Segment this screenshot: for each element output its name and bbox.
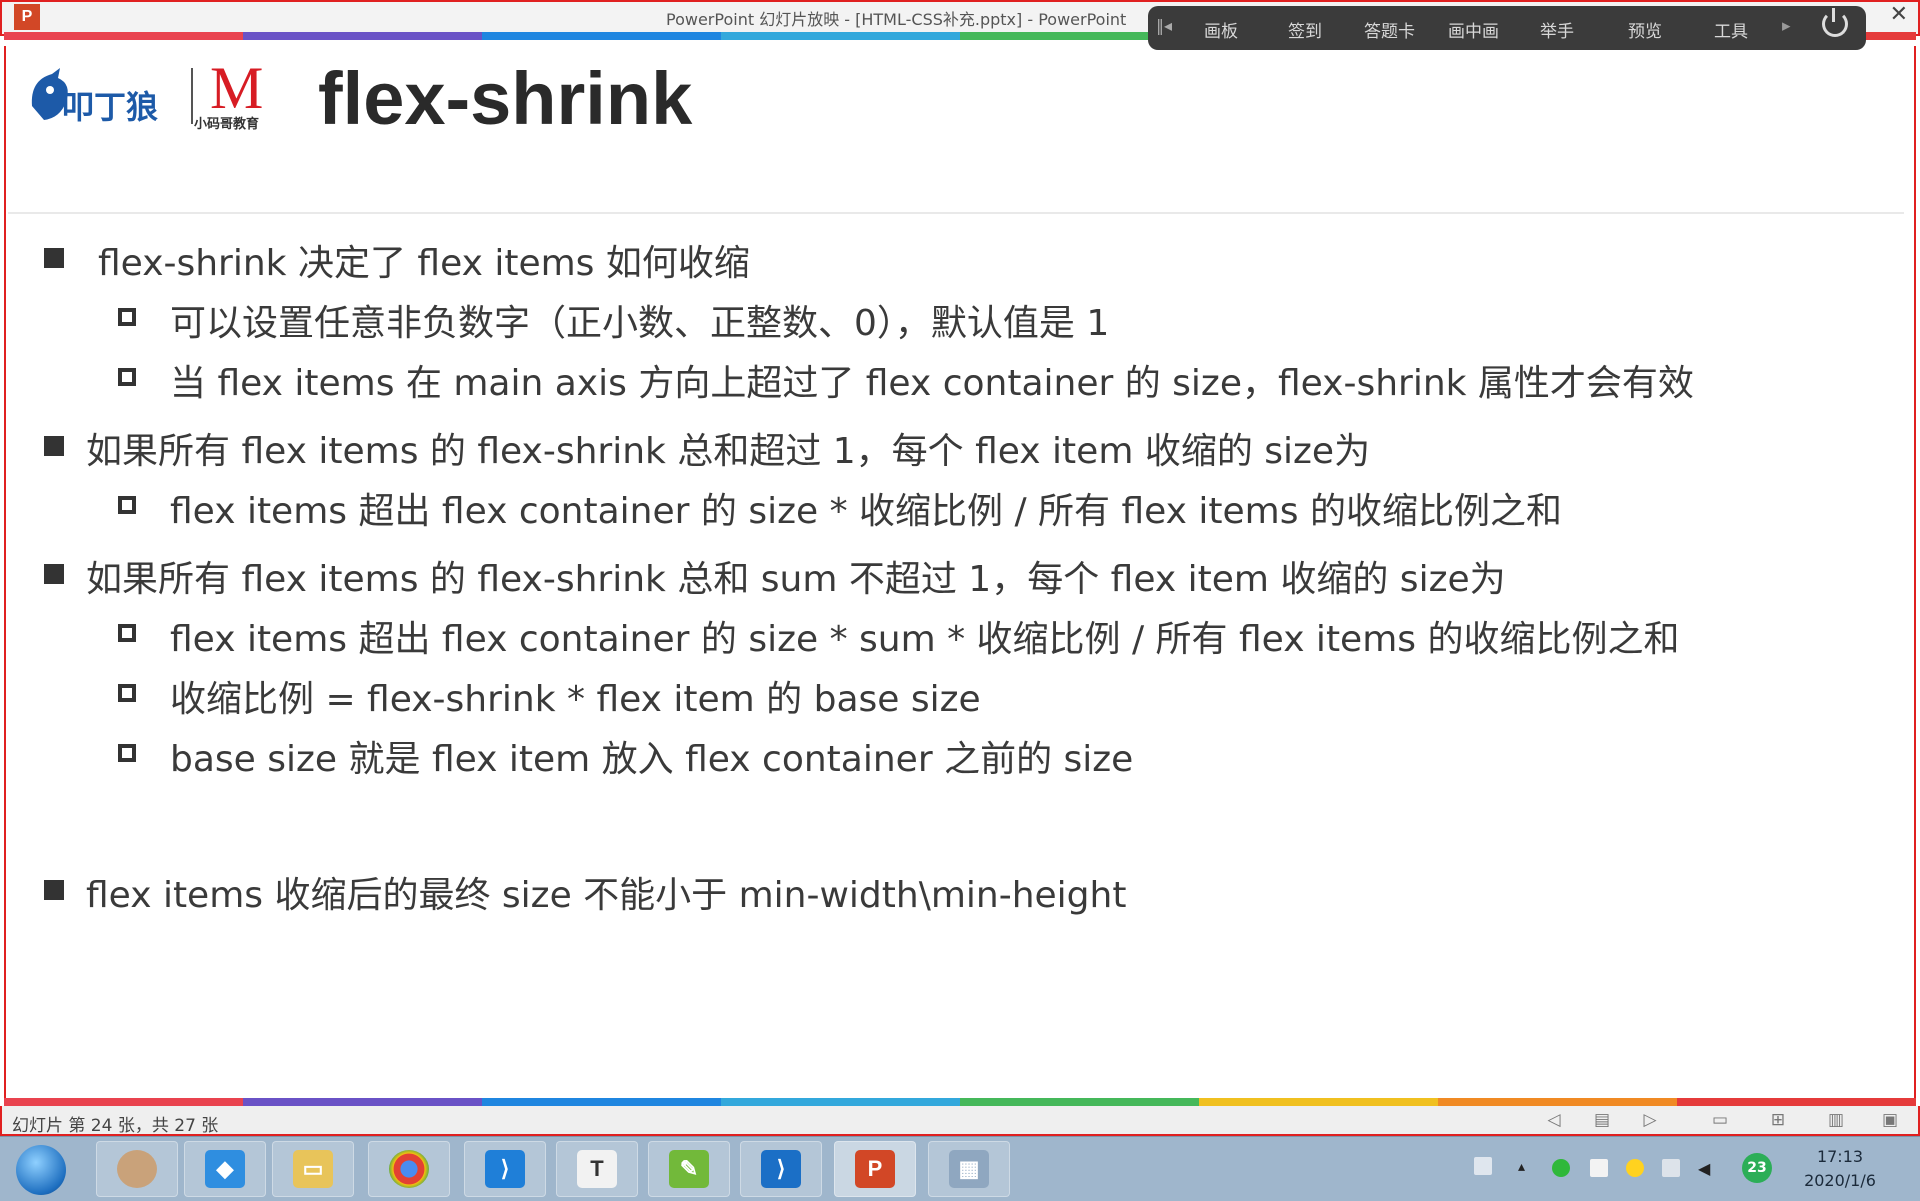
bullet-text: 如果所有 flex items 的 flex-shrink 总和超过 1，每个 … (86, 431, 1371, 472)
taskbar-chrome[interactable] (368, 1141, 450, 1197)
vpn-icon: ◆ (205, 1150, 245, 1188)
bullet-marker (44, 564, 64, 584)
window-title: PowerPoint 幻灯片放映 - [HTML-CSS补充.pptx] - P… (666, 10, 1127, 29)
sub-bullet-marker (118, 624, 136, 642)
bullet-marker (44, 880, 64, 900)
bullet-text: flex-shrink 决定了 flex items 如何收缩 (98, 243, 750, 284)
sub-bullet-text: flex items 超出 flex container 的 size * 收缩… (170, 491, 1562, 532)
sub-bullet-text: 收缩比例 = flex-shrink * flex item 的 base si… (170, 679, 981, 720)
logo2-mark: M (210, 58, 263, 121)
notification-badge[interactable]: 23 (1742, 1153, 1772, 1183)
taskbar-file-explorer[interactable]: ▭ (272, 1141, 354, 1197)
stripe-segment (243, 32, 482, 40)
clock-time: 17:13 (1816, 1147, 1864, 1166)
xiaomage-logo: M 小码哥教育 (191, 58, 263, 132)
show-hidden-icons-icon[interactable]: ▴ (1518, 1159, 1536, 1177)
calculator-icon: ▦ (949, 1150, 989, 1188)
vscode-icon: ⟩ (485, 1150, 525, 1188)
sub-bullet-text: 当 flex items 在 main axis 方向上超过了 flex con… (170, 363, 1694, 404)
start-button[interactable] (16, 1145, 66, 1195)
bullet-text: flex items 收缩后的最终 size 不能小于 min-width\mi… (86, 875, 1127, 916)
taskbar-calculator[interactable]: ▦ (928, 1141, 1010, 1197)
toolbar-item-raise-hand[interactable]: 举手 (1540, 17, 1574, 42)
logo1-text: 叩丁狼 (62, 88, 158, 126)
stripe-segment (482, 32, 721, 40)
taskbar-vscode[interactable]: ⟩ (464, 1141, 546, 1197)
toolbar-item-checkin[interactable]: 签到 (1288, 17, 1322, 42)
system-clock[interactable]: 17:13 2020/1/6 (1780, 1145, 1900, 1193)
slide-title: flex-shrink (318, 57, 693, 140)
close-button[interactable]: ✕ (1890, 2, 1908, 27)
stripe-segment (4, 32, 243, 40)
bullet-marker (44, 248, 64, 268)
slide-sorter-icon[interactable]: ⊞ (1768, 1111, 1788, 1129)
toolbar-item-whiteboard[interactable]: 画板 (1204, 17, 1238, 42)
classroom-toolbar: ‖◂ 画板 签到 答题卡 画中画 举手 预览 工具 ▸ (1148, 6, 1866, 50)
tray-status-icon[interactable] (1552, 1159, 1570, 1177)
taskbar-typora[interactable]: T (556, 1141, 638, 1197)
vscode-icon: ⟩ (761, 1150, 801, 1188)
collapse-left-icon[interactable]: ‖◂ (1156, 16, 1172, 35)
sub-bullet-marker (118, 744, 136, 762)
keyboard-icon[interactable] (1474, 1157, 1492, 1175)
bullet-text: 如果所有 flex items 的 flex-shrink 总和 sum 不超过… (86, 559, 1506, 600)
powerpoint-app-icon[interactable]: P (14, 4, 40, 30)
toolbar-item-tools[interactable]: 工具 (1714, 17, 1748, 42)
chrome-icon (389, 1150, 429, 1188)
power-icon[interactable] (1822, 8, 1848, 37)
toolbar-item-preview[interactable]: 预览 (1628, 17, 1662, 42)
taskbar-vscode-2[interactable]: ⟩ (740, 1141, 822, 1197)
previous-slide-icon[interactable]: ◁ (1544, 1111, 1564, 1129)
clock-date: 2020/1/6 (1804, 1171, 1876, 1190)
sub-bullet-marker (118, 496, 136, 514)
sub-bullet-marker (118, 308, 136, 326)
taskbar-vpn[interactable]: ◆ (184, 1141, 266, 1197)
network-icon[interactable] (1662, 1159, 1680, 1177)
next-slide-icon[interactable]: ▷ (1640, 1111, 1660, 1129)
bottom-color-stripe (4, 1098, 1916, 1106)
toolbar-item-picture-in-picture[interactable]: 画中画 (1448, 17, 1499, 42)
windows-taskbar: ◆ ▭ ⟩ T ✎ ⟩ P ▦ ▴ ◀ 23 17:13 2020/1/6 (0, 1136, 1920, 1201)
dingdinglang-logo: 叩丁狼 (31, 68, 158, 126)
title-divider (8, 212, 1904, 214)
powerpoint-icon: P (855, 1150, 895, 1188)
avatar (117, 1150, 157, 1188)
tray-plus-icon[interactable] (1626, 1159, 1644, 1177)
taskbar-avatar[interactable] (96, 1141, 178, 1197)
file-explorer-icon: ▭ (293, 1150, 333, 1188)
reading-view-icon[interactable]: ▥ (1826, 1111, 1846, 1129)
slide-menu-icon[interactable]: ▤ (1592, 1111, 1612, 1129)
sub-bullet-marker (118, 368, 136, 386)
slideshow-view-icon[interactable]: ▣ (1880, 1111, 1900, 1129)
taskbar-notepad[interactable]: ✎ (648, 1141, 730, 1197)
sub-bullet-text: 可以设置任意非负数字（正小数、正整数、0），默认值是 1 (170, 303, 1110, 344)
toolbar-item-answer-card[interactable]: 答题卡 (1364, 17, 1415, 42)
notepad-icon: ✎ (669, 1150, 709, 1188)
volume-icon[interactable]: ◀ (1698, 1159, 1716, 1178)
action-center-flag-icon[interactable] (1590, 1159, 1608, 1177)
normal-view-icon[interactable]: ▭ (1710, 1111, 1730, 1129)
expand-right-icon[interactable]: ▸ (1782, 16, 1791, 36)
slideshow-statusbar: 幻灯片 第 24 张，共 27 张 ◁ ▤ ▷ ▭ ⊞ ▥ ▣ (0, 1106, 1920, 1136)
logo2-text: 小码哥教育 (194, 116, 259, 132)
bullet-marker (44, 436, 64, 456)
typora-icon: T (577, 1150, 617, 1188)
stripe-segment (721, 32, 960, 40)
slide-counter: 幻灯片 第 24 张，共 27 张 (12, 1116, 219, 1136)
sub-bullet-text: flex items 超出 flex container 的 size * su… (170, 619, 1680, 660)
taskbar-powerpoint[interactable]: P (834, 1141, 916, 1197)
sub-bullet-marker (118, 684, 136, 702)
sub-bullet-text: base size 就是 flex item 放入 flex container… (170, 739, 1134, 780)
